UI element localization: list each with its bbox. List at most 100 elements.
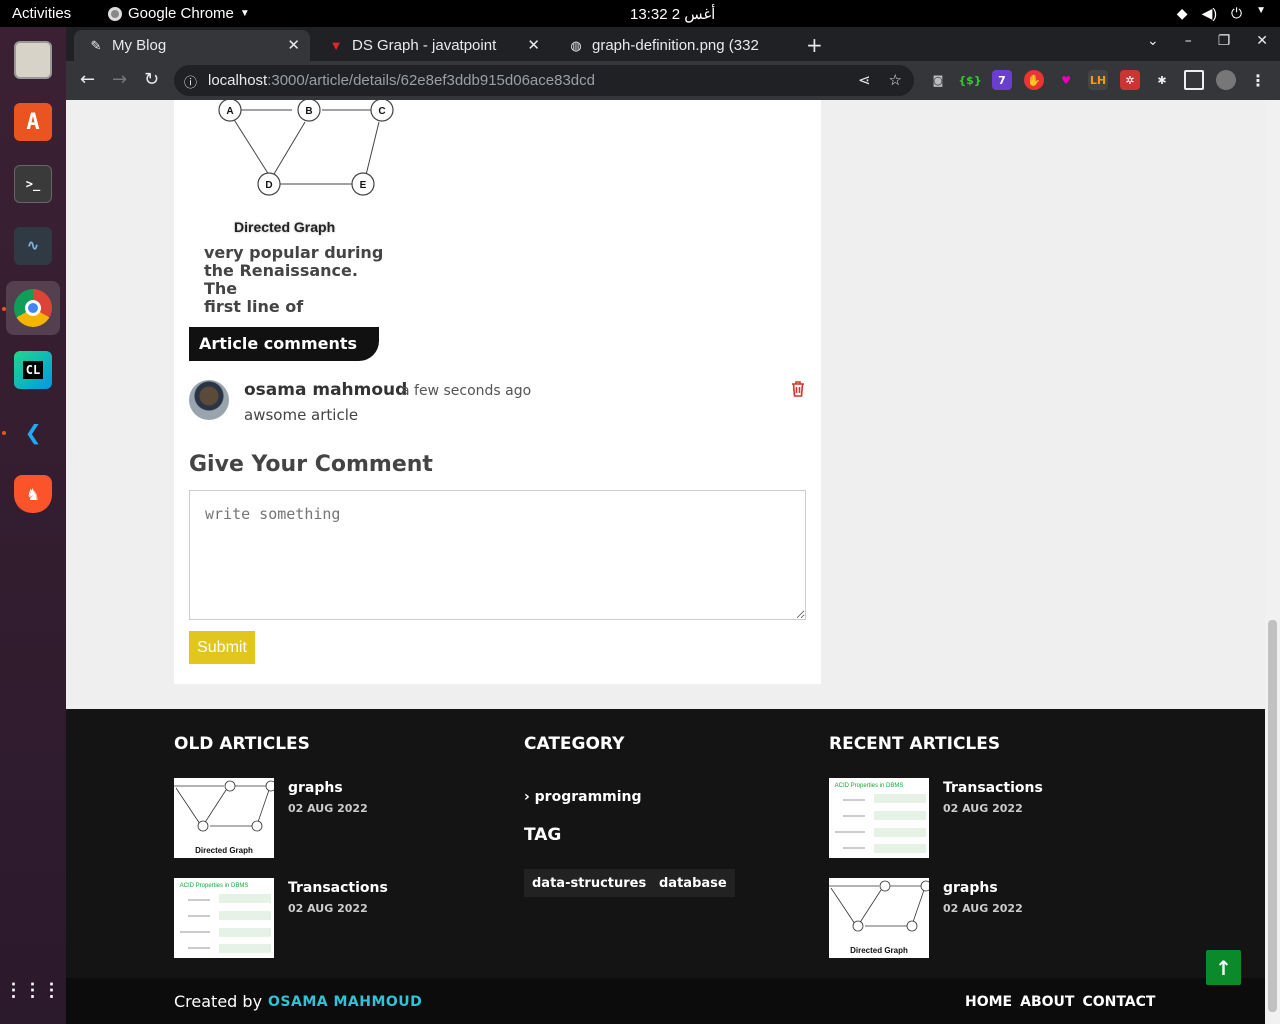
article-line: very popular during [204,243,384,262]
dock-terminal[interactable]: >_ [6,157,60,211]
trash-icon[interactable] [790,380,806,398]
thumbnail-caption: ACID Properties in DBMS [835,783,904,789]
screenshot-extension-icon[interactable]: ◙ [928,70,948,90]
nav-about-link[interactable]: ABOUT [1020,994,1074,1010]
side-panel-icon[interactable] [1184,70,1204,90]
json-extension-icon[interactable]: {$} [958,70,981,90]
post-title[interactable]: Transactions [288,880,388,896]
recent-article-graphs[interactable]: Directed Graph graphs 02 AUG 2022 [829,878,1129,958]
close-icon[interactable]: ✕ [287,36,300,54]
close-icon[interactable]: ✕ [527,36,540,54]
avatar [189,380,229,420]
nav-contact-link[interactable]: CONTACT [1082,994,1155,1010]
heart-extension-icon[interactable]: ♥ [1056,70,1076,90]
footer-nav: HOME ABOUT CONTACT [965,994,1155,1010]
reload-icon[interactable]: ↻ [144,69,159,90]
volume-icon: ◀) [1201,5,1218,21]
chrome-icon [14,289,52,327]
tab-search-icon[interactable]: ⌄ [1147,33,1159,49]
files-icon [14,41,52,79]
tab-my-blog[interactable]: ✎ My Blog ✕ [74,30,310,61]
post-date: 02 AUG 2022 [288,902,368,915]
chrome-center-icon [25,300,41,316]
category-link-programming[interactable]: › programming [524,789,642,805]
tab-title: DS Graph - javatpoint [352,37,497,54]
system-tray[interactable]: ◆ ◀) ⏻ ▼ [1177,5,1266,22]
old-article-graphs[interactable]: Directed Graph graphs 02 AUG 2022 [174,778,474,858]
comment-text: awsome article [244,406,359,424]
restore-icon[interactable]: ❐ [1218,33,1231,49]
lighthouse-icon[interactable]: LH [1088,70,1108,90]
submit-button[interactable]: Submit [189,631,255,664]
share-icon[interactable]: ⋖ [858,71,871,89]
menu-dots-icon[interactable]: ⋮ [1248,70,1268,90]
app-menu-label: Google Chrome [128,5,234,22]
tab-ds-graph[interactable]: ▼ DS Graph - javatpoint ✕ [314,30,550,61]
extension-badge-icon[interactable]: 7 [992,70,1012,90]
vscode-icon: ❮ [24,415,42,449]
scroll-to-top-button[interactable]: ↑ [1206,950,1241,985]
graph-node-label: B [305,106,312,117]
dock-system-monitor[interactable]: ∿ [6,219,60,273]
author-link[interactable]: OSAMA MAHMOUD [268,994,422,1010]
close-window-icon[interactable]: ✕ [1256,33,1268,49]
tab-graph-definition[interactable]: ◍ graph-definition.png (332 [554,30,790,61]
old-article-transactions[interactable]: ACID Properties in DBMS Transactions 02 … [174,878,474,958]
bookmark-star-icon[interactable]: ☆ [889,71,902,89]
post-title[interactable]: Transactions [943,780,1043,796]
pen-icon: ✎ [90,37,102,53]
chevron-down-icon: ▼ [239,8,250,19]
dock-software[interactable]: A [6,95,60,149]
recent-article-transactions[interactable]: ACID Properties in DBMS Transactions 02 … [829,778,1129,858]
comment-form-title: Give Your Comment [189,452,433,477]
app-menu[interactable]: Google Chrome ▼ [108,5,250,22]
adblock-icon[interactable]: ✋ [1024,70,1044,90]
post-date: 02 AUG 2022 [943,802,1023,815]
app-grid-icon: ⋮⋮⋮ [4,979,62,1001]
gear-extension-icon[interactable]: ✲ [1120,70,1140,90]
recent-articles-title: RECENT ARTICLES [829,734,1001,754]
dock-files[interactable] [6,33,60,87]
new-tab-button[interactable]: + [806,33,823,57]
tag-database[interactable]: database [651,869,735,897]
graph-node-label: E [360,180,367,191]
clion-mark-icon: CL [22,361,44,379]
category-title: CATEGORY [524,734,625,754]
thumbnail-caption: ACID Properties in DBMS [180,883,249,889]
dock-show-apps[interactable]: ⋮⋮⋮ [4,963,62,1017]
wifi-icon: ◆ [1176,5,1188,21]
graph-edge [232,117,270,176]
extensions-puzzle-icon[interactable]: ✱ [1152,70,1172,90]
activities-button[interactable]: Activities [12,5,71,22]
old-articles-title: OLD ARTICLES [174,734,310,754]
tab-title: My Blog [112,37,167,54]
clock[interactable]: 13:32 2 أغس [630,5,715,23]
graph-node-label: D [265,180,272,191]
thumbnail-caption: Directed Graph [850,946,908,955]
post-title[interactable]: graphs [288,780,343,796]
dock-chrome[interactable] [6,281,60,335]
post-thumbnail: ACID Properties in DBMS [829,778,929,858]
forward-icon[interactable]: → [112,69,127,90]
nav-home-link[interactable]: HOME [965,994,1012,1010]
scrollbar-thumb[interactable] [1268,620,1277,1012]
post-title[interactable]: graphs [943,880,998,896]
dock-clion[interactable]: CL [6,343,60,397]
minimize-icon[interactable]: – [1185,33,1192,49]
article-line: first line of [204,297,304,316]
dock-brave[interactable]: ♞ [6,467,60,521]
copyright-bar: Created by OSAMA MAHMOUD HOME ABOUT CONT… [66,978,1265,1024]
dock-vscode[interactable]: ❮ [6,405,60,459]
site-info-icon[interactable]: ⓘ [184,72,197,91]
address-bar[interactable]: ⓘ localhost:3000/article/details/62e8ef3… [174,65,914,96]
comment-textarea[interactable] [189,490,806,620]
tag-data-structures[interactable]: data-structures [524,869,655,897]
post-thumbnail: Directed Graph [174,778,274,858]
profile-avatar-icon[interactable] [1216,70,1236,90]
graph-node-label: C [378,106,385,117]
page-scrollbar[interactable] [1265,100,1280,1024]
site-footer: OLD ARTICLES Directed Graph graphs 02 AU… [66,709,1265,978]
back-icon[interactable]: ← [80,69,95,90]
article-line: the Renaissance. The [204,261,358,298]
terminal-icon: >_ [14,165,52,203]
